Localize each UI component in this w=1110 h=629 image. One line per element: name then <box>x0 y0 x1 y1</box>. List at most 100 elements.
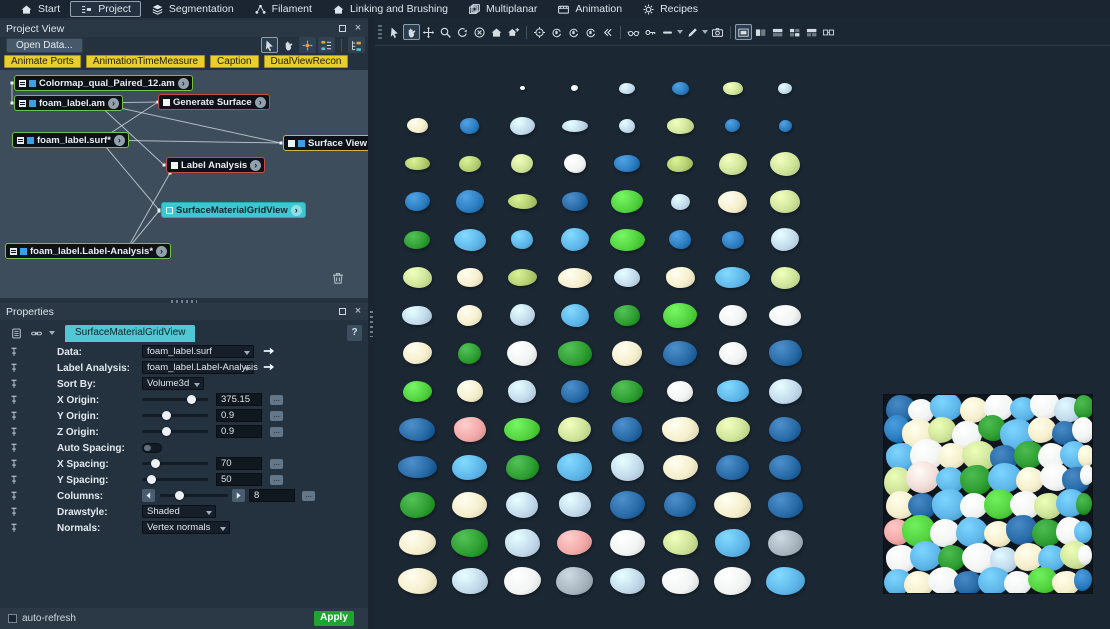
surface-particle[interactable] <box>768 492 803 518</box>
surface-particle[interactable] <box>508 380 536 403</box>
node-expand-badge[interactable]: › <box>178 78 189 89</box>
node-foam-label-surf[interactable]: foam_label.surf*› <box>12 132 129 148</box>
value-field[interactable]: 8 <box>249 489 295 502</box>
surface-particle[interactable] <box>405 157 430 170</box>
quick-button-caption[interactable]: Caption <box>210 55 258 68</box>
property-select[interactable]: Vertex normals <box>142 521 230 534</box>
more-options-button[interactable]: ... <box>270 411 283 421</box>
surface-particle[interactable] <box>610 229 645 251</box>
surface-particle[interactable] <box>511 154 533 173</box>
surface-particle[interactable] <box>510 117 535 135</box>
properties-close-button[interactable]: × <box>352 305 364 317</box>
surface-particle[interactable] <box>667 381 693 402</box>
value-field[interactable]: 50 <box>216 473 262 486</box>
surface-particle[interactable] <box>619 119 635 133</box>
surface-particle[interactable] <box>459 156 481 172</box>
surface-particle[interactable] <box>452 455 487 480</box>
surface-particle[interactable] <box>520 86 525 90</box>
surface-particle[interactable] <box>715 267 750 288</box>
surface-particle[interactable] <box>452 568 488 594</box>
surface-particle[interactable] <box>451 529 488 557</box>
surface-particle[interactable] <box>610 491 645 519</box>
surface-particle[interactable] <box>564 154 586 173</box>
surface-particle[interactable] <box>571 85 578 91</box>
pv-tree-view[interactable] <box>318 37 335 53</box>
help-button[interactable]: ? <box>347 325 362 341</box>
pin-icon[interactable] <box>8 410 20 422</box>
value-field[interactable]: 375.15 <box>216 393 262 406</box>
seek-tool[interactable] <box>531 24 548 40</box>
surface-particle[interactable] <box>558 417 591 442</box>
surface-particle[interactable] <box>610 568 645 594</box>
slider-handle[interactable] <box>175 491 184 500</box>
surface-particle[interactable] <box>557 530 592 555</box>
slider-handle[interactable] <box>162 427 171 436</box>
surface-particle[interactable] <box>456 190 484 213</box>
quick-button-dualviewrecon[interactable]: DualViewRecon <box>264 55 349 68</box>
node-grid-view[interactable]: SurfaceMaterialGridView› <box>161 202 306 218</box>
surface-particle[interactable] <box>508 269 537 286</box>
node-expand-badge[interactable]: › <box>250 160 261 171</box>
node-expand-badge[interactable]: › <box>108 98 119 109</box>
set-home-view[interactable] <box>505 24 522 40</box>
surface-particle[interactable] <box>719 153 747 175</box>
tab-multiplanar[interactable]: Multiplanar <box>458 1 547 17</box>
surface-particle[interactable] <box>402 306 432 325</box>
reset-view[interactable] <box>471 24 488 40</box>
zoom-tool[interactable] <box>437 24 454 40</box>
surface-particle[interactable] <box>769 379 802 404</box>
layout-two-rows[interactable] <box>769 24 786 40</box>
surface-particle[interactable] <box>719 342 747 365</box>
surface-particle[interactable] <box>716 417 750 442</box>
open-data-button[interactable]: Open Data... <box>6 38 83 53</box>
previous-view[interactable] <box>599 24 616 40</box>
step-up-button[interactable] <box>232 489 245 502</box>
tab-animation[interactable]: Animation <box>547 1 632 17</box>
more-options-button[interactable]: ... <box>270 427 283 437</box>
apply-button[interactable]: Apply <box>314 611 354 626</box>
surface-particle[interactable] <box>457 268 483 287</box>
surface-particle[interactable] <box>405 192 430 211</box>
surface-particle[interactable] <box>667 118 694 134</box>
surface-particle[interactable] <box>558 268 592 288</box>
surface-particle[interactable] <box>725 119 740 132</box>
auto-spacing-toggle[interactable] <box>142 443 162 453</box>
pin-icon[interactable] <box>8 426 20 438</box>
link-options-caret[interactable] <box>48 325 56 341</box>
slider-track[interactable] <box>142 462 208 465</box>
surface-particle[interactable] <box>770 152 800 176</box>
translate-tool[interactable] <box>420 24 437 40</box>
value-field[interactable]: 0.9 <box>216 409 262 422</box>
select-tool[interactable] <box>386 24 403 40</box>
surface-particle[interactable] <box>614 268 640 287</box>
surface-particle[interactable] <box>611 190 643 213</box>
tab-filament[interactable]: Filament <box>244 1 322 17</box>
surface-particle[interactable] <box>662 568 699 594</box>
surface-particle[interactable] <box>717 380 749 402</box>
surface-particle[interactable] <box>769 340 802 366</box>
surface-particle[interactable] <box>714 492 751 518</box>
surface-particle[interactable] <box>398 456 437 478</box>
surface-particle[interactable] <box>457 380 483 402</box>
surface-particle[interactable] <box>771 267 800 289</box>
surface-particle[interactable] <box>399 418 435 441</box>
surface-particle[interactable] <box>611 380 643 403</box>
slider-track[interactable] <box>160 494 228 497</box>
quick-button-animate-ports[interactable]: Animate Ports <box>4 55 81 68</box>
home-view[interactable] <box>488 24 505 40</box>
line-width[interactable] <box>659 24 676 40</box>
tab-linking-and-brushing[interactable]: Linking and Brushing <box>322 1 458 17</box>
surface-particle[interactable] <box>766 567 805 595</box>
layout-four-views[interactable] <box>786 24 803 40</box>
quick-button-animationtimemeasure[interactable]: AnimationTimeMeasure <box>86 55 205 68</box>
more-options-button[interactable]: ... <box>270 395 283 405</box>
pv-create-object[interactable] <box>348 37 365 53</box>
node-foam-label-am[interactable]: foam_label.am› <box>14 95 123 111</box>
surface-particle[interactable] <box>611 453 644 481</box>
surface-particle[interactable] <box>619 83 635 94</box>
more-options-button[interactable]: ... <box>270 459 283 469</box>
link-icon[interactable] <box>28 325 45 341</box>
surface-particle[interactable] <box>504 418 540 441</box>
pv-interaction-mode[interactable] <box>299 37 316 53</box>
surface-particle[interactable] <box>404 231 430 249</box>
